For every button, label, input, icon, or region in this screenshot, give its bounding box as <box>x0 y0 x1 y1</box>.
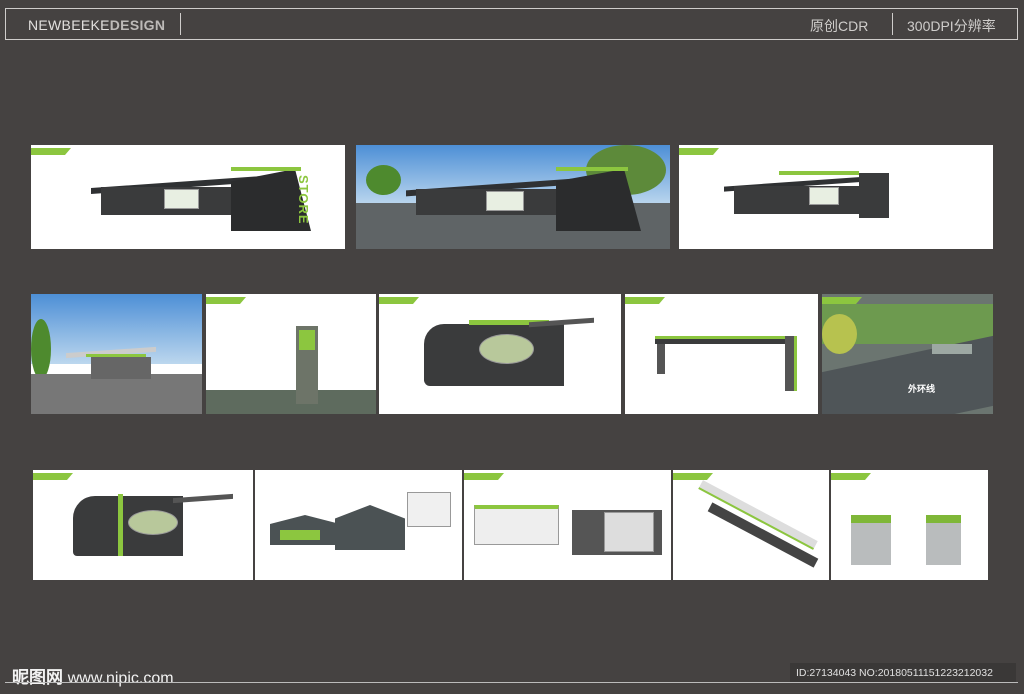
panel-trash-bins[interactable] <box>831 470 988 580</box>
bottom-border <box>5 682 1018 683</box>
panel-shelter-sections[interactable] <box>464 470 671 580</box>
panel-bench[interactable] <box>673 470 829 580</box>
panel-store-shelter-street[interactable] <box>356 145 670 249</box>
format-label: 原创CDR <box>810 18 869 34</box>
site-logo-text: 昵图网 <box>12 668 63 687</box>
section-tag <box>206 297 246 304</box>
resolution-label: 300DPI分辨率 <box>907 18 996 34</box>
panel-shelter-kiosk[interactable] <box>379 294 621 414</box>
brand-light: NEWBEEKE <box>28 17 110 33</box>
brand-logo: NEWBEEKEDESIGN <box>28 17 165 33</box>
panel-bike-shelter[interactable] <box>625 294 818 414</box>
section-tag <box>31 148 71 155</box>
site-url: www.nipic.com <box>67 670 174 687</box>
section-tag <box>673 473 713 480</box>
panel-shelter-variant[interactable] <box>679 145 993 249</box>
panel-aerial-view[interactable]: 外环线 <box>822 294 993 414</box>
section-tag <box>33 473 73 480</box>
panel-arched-shelter[interactable] <box>255 470 462 580</box>
panel-sign-post[interactable] <box>206 294 376 414</box>
divider <box>892 13 893 35</box>
panel-store-shelter-front[interactable]: STORE <box>31 145 345 249</box>
section-tag <box>464 473 504 480</box>
section-tag <box>822 297 862 304</box>
panel-shelter-front-detail[interactable] <box>33 470 253 580</box>
image-id: ID:27134043 NO:20180511151223212032 <box>790 663 1016 683</box>
divider <box>180 13 181 35</box>
watermark-logo: 昵图网 www.nipic.com <box>12 663 174 688</box>
outer-ring-label: 外环线 <box>908 384 936 394</box>
store-text: STORE <box>296 175 311 225</box>
section-tag <box>379 297 419 304</box>
brand-bold: DESIGN <box>109 17 166 33</box>
panel-shelter-perspective[interactable] <box>31 294 202 414</box>
section-tag <box>831 473 871 480</box>
section-tag <box>625 297 665 304</box>
section-tag <box>679 148 719 155</box>
header-bar: NEWBEEKEDESIGN 原创CDR 300DPI分辨率 <box>5 8 1018 40</box>
